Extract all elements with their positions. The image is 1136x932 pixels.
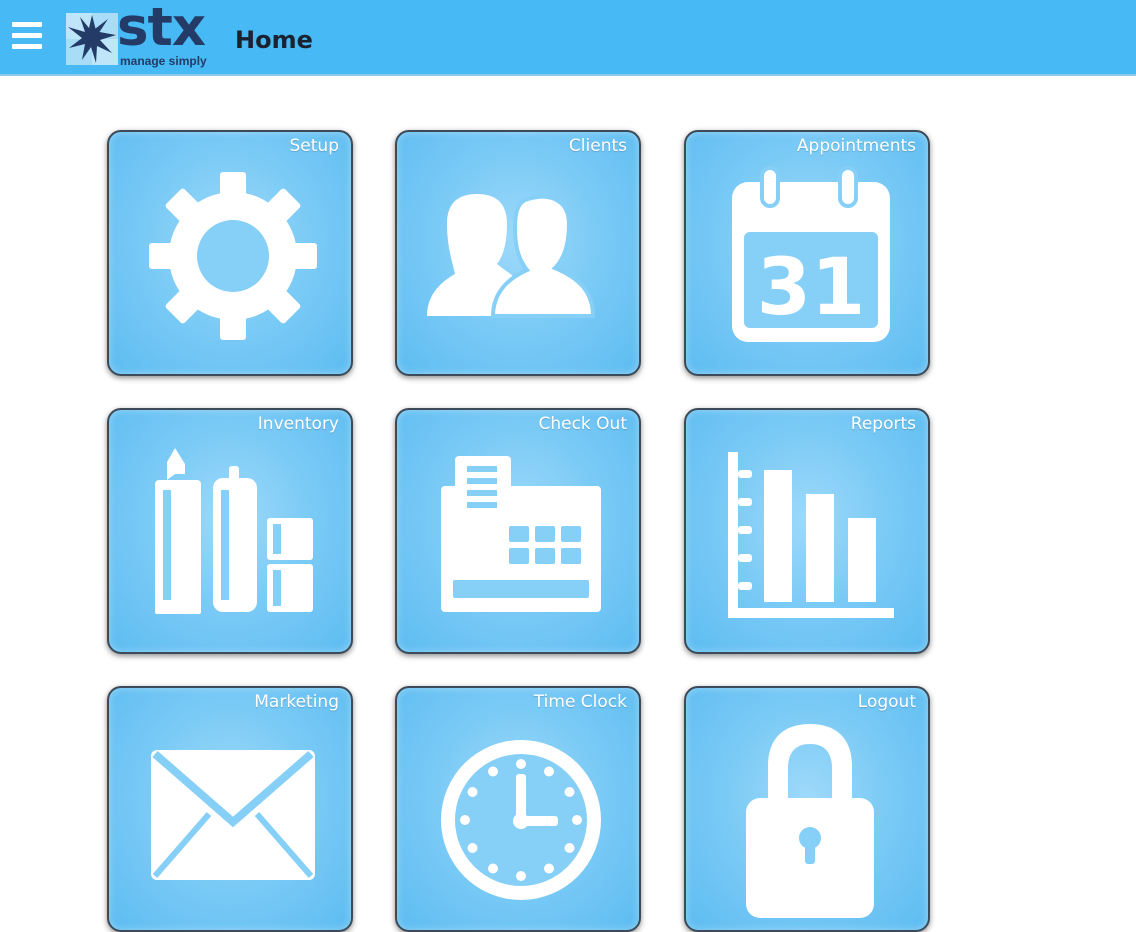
top-bar: stx manage simply Home [0, 0, 1136, 76]
logo-wordmark: stx [117, 0, 206, 58]
tile-appointments[interactable]: Appointments 31 [684, 130, 930, 376]
tile-clients[interactable]: Clients [395, 130, 641, 376]
tile-logout[interactable]: Logout [684, 686, 930, 932]
page-title: Home [235, 26, 313, 54]
gear-icon [149, 172, 317, 340]
envelope-icon [151, 750, 315, 880]
tile-checkout[interactable]: Check Out [395, 408, 641, 654]
menu-icon[interactable] [12, 20, 42, 52]
products-icon [155, 448, 313, 614]
tile-inventory[interactable]: Inventory [107, 408, 353, 654]
calendar-day-number: 31 [757, 243, 866, 333]
logo: stx manage simply [66, 1, 216, 71]
people-icon [427, 194, 596, 318]
tile-time-clock[interactable]: Time Clock [395, 686, 641, 932]
calendar-icon: 31 [732, 166, 890, 342]
clock-icon [441, 740, 601, 900]
cash-register-icon [441, 456, 601, 612]
logo-star-icon [66, 13, 118, 65]
tile-setup[interactable]: Setup [107, 130, 353, 376]
bar-chart-icon [728, 452, 894, 618]
tile-reports[interactable]: Reports [684, 408, 930, 654]
logo-tagline: manage simply [120, 54, 207, 68]
lock-icon [746, 724, 874, 918]
tile-marketing[interactable]: Marketing [107, 686, 353, 932]
